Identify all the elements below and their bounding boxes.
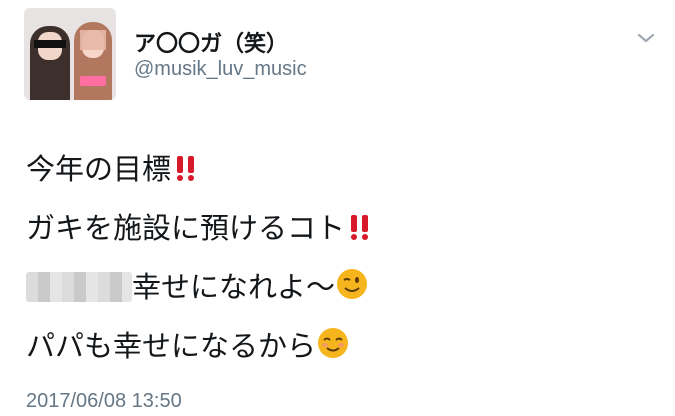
- tweet-timestamp[interactable]: 2017/06/08 13:50: [26, 390, 182, 413]
- tweet-line: ガキを施設に預けるコト: [26, 199, 666, 258]
- chevron-down-icon[interactable]: [634, 26, 658, 50]
- tweet-line: 今年の目標: [26, 140, 666, 199]
- avatar-sticker: [80, 76, 106, 86]
- tweet-line-text: 幸せになれよ〜: [132, 270, 336, 304]
- double-exclamation-icon: [351, 215, 369, 240]
- tweet-line: 幸せになれよ〜: [26, 258, 666, 317]
- avatar-censor-bar: [34, 40, 66, 48]
- tweet-line-text: 今年の目標: [26, 152, 172, 186]
- avatar[interactable]: [24, 8, 116, 100]
- avatar-blur: [80, 30, 106, 50]
- tweet-line-text: パパも幸せになるから: [26, 329, 317, 363]
- winking-face-icon: [337, 269, 368, 299]
- tweet-line: パパも幸せになるから: [26, 317, 666, 376]
- tweet-line-text: ガキを施設に預けるコト: [26, 211, 346, 245]
- double-exclamation-icon: [177, 156, 195, 181]
- blurred-name: [26, 272, 132, 302]
- author-handle[interactable]: @musik_luv_music: [134, 58, 307, 81]
- smiling-face-icon: [318, 328, 349, 358]
- author-name[interactable]: ア〇〇ガ（笑）: [134, 26, 288, 58]
- tweet-text: 今年の目標 ガキを施設に預けるコト 幸せになれよ〜 パパも幸せになるから: [26, 140, 666, 376]
